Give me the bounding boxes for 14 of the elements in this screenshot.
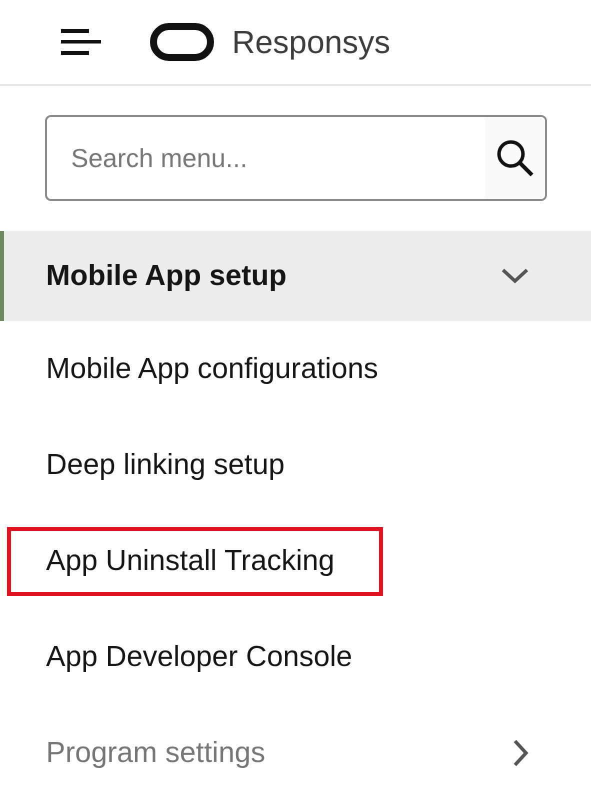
- app-title: Responsys: [232, 24, 390, 60]
- menu-link[interactable]: App Uninstall Tracking: [7, 526, 383, 596]
- search-icon: [495, 138, 535, 178]
- section-label: Program settings: [46, 736, 266, 770]
- search-button[interactable]: [485, 117, 545, 199]
- section-label: Mobile App setup: [46, 260, 287, 292]
- menu-link[interactable]: Mobile App configurations: [46, 352, 378, 386]
- chevron-down-icon: [501, 268, 529, 284]
- menu-link[interactable]: App Developer Console: [46, 640, 352, 674]
- logo-icon: [150, 23, 214, 61]
- chevron-right-icon: [513, 739, 529, 767]
- menu-icon: [59, 28, 101, 56]
- menu-section[interactable]: Mobile App setup: [0, 231, 591, 321]
- menu-link[interactable]: Deep linking setup: [46, 448, 285, 482]
